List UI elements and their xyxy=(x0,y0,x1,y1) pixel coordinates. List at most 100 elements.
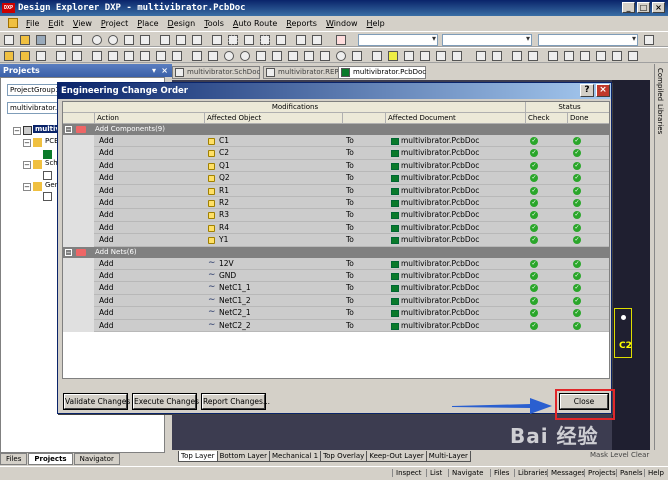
doc-icon[interactable] xyxy=(92,51,102,61)
undo-icon[interactable] xyxy=(296,35,306,45)
maximize-button[interactable]: □ xyxy=(637,2,650,13)
clear-icon[interactable] xyxy=(612,51,622,61)
menu-reports[interactable]: Reports xyxy=(286,19,317,28)
dialog-close-icon[interactable]: × xyxy=(596,84,610,97)
doc-tab-rep[interactable]: multivibrator.REP xyxy=(263,66,339,79)
menu-help[interactable]: Help xyxy=(367,19,385,28)
eco-row[interactable]: Add R2 To multivibrator.PcbDoc ✓ ✓ xyxy=(63,197,609,210)
eco-row[interactable]: Add R1 To multivibrator.PcbDoc ✓ ✓ xyxy=(63,184,609,197)
print-icon[interactable] xyxy=(56,35,66,45)
print-preview-icon[interactable] xyxy=(72,35,82,45)
keepout-icon[interactable] xyxy=(420,51,430,61)
region-icon[interactable] xyxy=(404,51,414,61)
execute-changes-button[interactable]: Execute Changes xyxy=(132,393,199,410)
layer-tab-keep-out[interactable]: Keep-Out Layer xyxy=(366,451,427,462)
route-icon[interactable] xyxy=(172,51,182,61)
tree-expand-gen[interactable]: − xyxy=(23,183,31,191)
menu-edit[interactable]: Edit xyxy=(48,19,64,28)
coordinate-icon[interactable] xyxy=(272,51,282,61)
status-help[interactable]: Help xyxy=(644,469,664,477)
menu-tools[interactable]: Tools xyxy=(204,19,224,28)
dimension-icon[interactable] xyxy=(288,51,298,61)
layer-combo[interactable] xyxy=(358,34,438,46)
menu-auto-route[interactable]: Auto Route xyxy=(233,19,277,28)
doc-tab-schdoc[interactable]: multivibrator.SchDoc xyxy=(172,66,260,79)
text-icon[interactable] xyxy=(256,51,266,61)
arc-icon[interactable] xyxy=(304,51,314,61)
find-icon[interactable] xyxy=(528,51,538,61)
menu-place[interactable]: Place xyxy=(137,19,158,28)
validate-changes-button[interactable]: Validate Changes xyxy=(63,393,130,410)
tree-expand-pcb[interactable]: − xyxy=(23,139,31,147)
open-folder-icon[interactable] xyxy=(4,51,14,61)
eco-row[interactable]: Add R4 To multivibrator.PcbDoc ✓ ✓ xyxy=(63,221,609,235)
col-check[interactable]: Check xyxy=(525,113,567,124)
cross-icon[interactable] xyxy=(276,35,286,45)
col-affected-document[interactable]: Affected Document xyxy=(385,113,525,124)
rules-icon[interactable] xyxy=(140,51,150,61)
eco-row[interactable]: Add Q2 To multivibrator.PcbDoc ✓ ✓ xyxy=(63,172,609,185)
electrical-grid-icon[interactable] xyxy=(564,51,574,61)
status-panels[interactable]: Panels xyxy=(616,469,643,477)
status-files[interactable]: Files xyxy=(490,469,509,477)
library-icon[interactable] xyxy=(108,51,118,61)
pin-icon[interactable]: ▾ xyxy=(152,64,156,77)
col-affected-object[interactable]: Affected Object xyxy=(204,113,342,124)
report-changes-button[interactable]: Report Changes... xyxy=(201,393,270,410)
status-libraries[interactable]: Libraries xyxy=(514,469,548,477)
eco-row[interactable]: Add ∼ 12V To multivibrator.PcbDoc ✓ ✓ xyxy=(63,257,609,270)
redo-icon[interactable] xyxy=(312,35,322,45)
paste-icon[interactable] xyxy=(192,35,202,45)
eco-row[interactable]: Add Q1 To multivibrator.PcbDoc ✓ ✓ xyxy=(63,159,609,173)
grid-snap-icon[interactable] xyxy=(548,51,558,61)
copy-icon[interactable] xyxy=(176,35,186,45)
cut-icon[interactable] xyxy=(160,35,170,45)
eco-row[interactable]: Add ∼ NetC1_2 To multivibrator.PcbDoc ✓ ✓ xyxy=(63,294,609,308)
status-messages[interactable]: Messages xyxy=(547,469,585,477)
deselect-icon[interactable] xyxy=(244,35,254,45)
eco-row[interactable]: Add Y1 To multivibrator.PcbDoc ✓ ✓ xyxy=(63,234,609,247)
line-icon[interactable] xyxy=(208,51,218,61)
eco-row[interactable]: Add ∼ NetC2_2 To multivibrator.PcbDoc ✓ ✓ xyxy=(63,319,609,332)
pad-icon[interactable] xyxy=(224,51,234,61)
zoom-fit-icon[interactable] xyxy=(124,35,134,45)
room-icon[interactable] xyxy=(436,51,446,61)
circle-icon[interactable] xyxy=(336,51,346,61)
zoom-in-icon[interactable] xyxy=(92,35,102,45)
new-icon[interactable] xyxy=(4,35,14,45)
layer-tab-top-overlay[interactable]: Top Overlay xyxy=(320,451,368,462)
status-list[interactable]: List xyxy=(426,469,442,477)
slice-icon[interactable] xyxy=(452,51,462,61)
tab-navigator[interactable]: Navigator xyxy=(73,453,120,465)
move-selection-icon[interactable] xyxy=(260,35,270,45)
grid-icon[interactable] xyxy=(212,35,222,45)
group-row[interactable]: − Add Nets(6) xyxy=(63,246,609,258)
filter-combo[interactable] xyxy=(442,34,532,46)
eco-row[interactable]: Add C2 To multivibrator.PcbDoc ✓ ✓ xyxy=(63,147,609,160)
save-icon[interactable] xyxy=(36,35,46,45)
options-icon[interactable] xyxy=(628,51,638,61)
compile-icon[interactable] xyxy=(72,51,82,61)
component-c2[interactable]: C2 xyxy=(614,308,632,358)
arc-center-icon[interactable] xyxy=(320,51,330,61)
doc-tab-pcbdoc[interactable]: multivibrator.PcbDoc xyxy=(338,66,426,79)
eco-row[interactable]: Add C1 To multivibrator.PcbDoc ✓ ✓ xyxy=(63,135,609,148)
project-icon[interactable] xyxy=(20,51,30,61)
interactive-route-icon[interactable] xyxy=(192,51,202,61)
minimize-button[interactable]: _ xyxy=(622,2,635,13)
apply-icon[interactable] xyxy=(644,35,654,45)
group-row[interactable]: − Add Components(9) xyxy=(63,124,609,135)
eco-row[interactable]: Add ∼ NetC2_1 To multivibrator.PcbDoc ✓ ✓ xyxy=(63,307,609,320)
col-done[interactable]: Done xyxy=(567,113,609,124)
menu-project[interactable]: Project xyxy=(101,19,128,28)
tab-files[interactable]: Files xyxy=(0,453,28,465)
measure-icon[interactable] xyxy=(580,51,590,61)
zoom-out-icon[interactable] xyxy=(108,35,118,45)
tree-sch-folder[interactable]: Sch xyxy=(45,159,58,167)
layer-tab-multi[interactable]: Multi-Layer xyxy=(425,451,471,462)
drc-icon[interactable] xyxy=(156,51,166,61)
layer-tab-bottom[interactable]: Bottom Layer xyxy=(216,451,270,462)
add-file-icon[interactable] xyxy=(36,51,46,61)
col-action[interactable]: Action xyxy=(94,113,204,124)
mask-level-controls[interactable]: Mask Level Clear xyxy=(590,451,649,459)
